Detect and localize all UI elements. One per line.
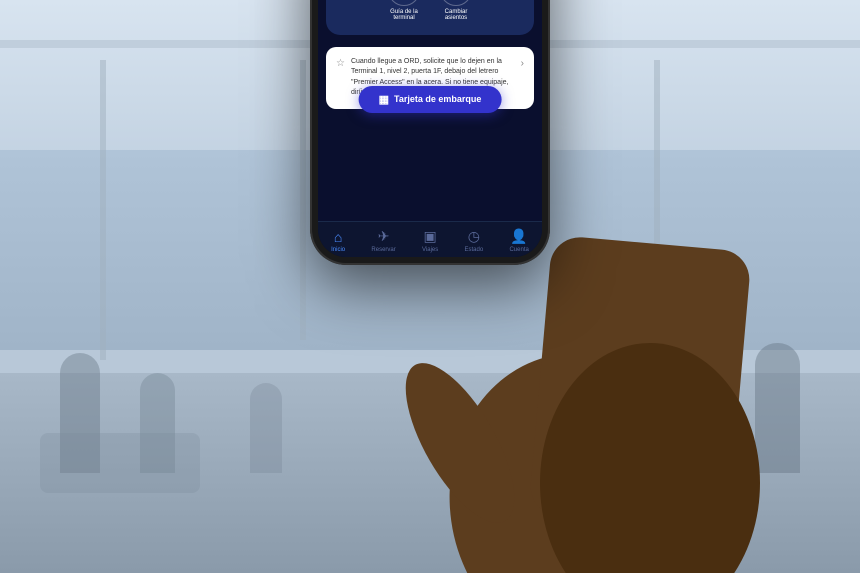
change-seats-label: Cambiarasientos [445,9,468,21]
home-label: Inicio [331,247,345,253]
scene: 8:48 ▲ [0,0,860,573]
change-seats-button[interactable]: 💺 Cambiarasientos [440,0,472,21]
nav-cuenta[interactable]: 👤 Cuenta [509,228,528,253]
bottom-nav: ⌂ Inicio ✈ Reservar ▣ Viajes ◷ [318,221,542,257]
flight-card: ✈ Confirmación: ABC123 Martes, 5 de novi… [326,0,534,35]
home-icon: ⌂ [334,229,342,245]
flight-icon: ✈ [378,228,390,245]
info-card: ☆ Cuando llegue a ORD, solicite que lo d… [326,47,534,109]
seat-icon: 💺 [440,0,472,6]
status-icon: ◷ [468,228,480,245]
estado-label: Estado [465,247,484,253]
nav-home[interactable]: ⌂ Inicio [331,229,345,253]
phone-screen: 8:48 ▲ [318,0,542,257]
content-spacer [318,115,542,221]
nav-viajes[interactable]: ▣ Viajes [422,228,438,253]
trips-icon: ▣ [424,228,437,245]
account-icon: 👤 [510,228,527,245]
nav-estado[interactable]: ◷ Estado [465,228,484,253]
boarding-pass-button[interactable]: ▦ Tarjeta de embarque [359,86,502,113]
viajes-label: Viajes [422,247,438,253]
boarding-pass-label: Tarjeta de embarque [394,94,481,104]
reservar-label: Reservar [371,247,395,253]
location-icon: 📍 [388,0,420,6]
terminal-guide-button[interactable]: 📍 Guía de laterminal [388,0,420,21]
qr-icon: ▦ [379,93,389,106]
main-content: ✈ Confirmación: ABC123 Martes, 5 de novi… [318,0,542,257]
star-icon: ☆ [336,58,345,69]
nav-reservar[interactable]: ✈ Reservar [371,228,395,253]
cuenta-label: Cuenta [509,247,528,253]
terminal-guide-label: Guía de laterminal [390,9,418,21]
phone: 8:48 ▲ [310,0,550,265]
chevron-right-icon[interactable]: › [521,58,524,69]
action-buttons: 📍 Guía de laterminal 💺 Cambiarasientos [338,0,522,25]
